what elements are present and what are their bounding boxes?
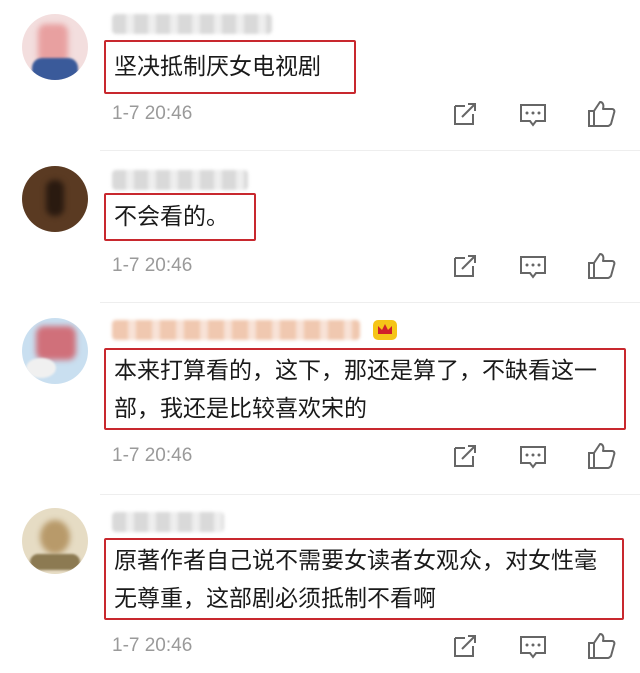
reply-button[interactable] [516,439,550,473]
avatar[interactable] [22,166,88,232]
username[interactable] [112,320,360,340]
reply-icon [520,104,546,127]
avatar[interactable] [22,508,88,574]
comment-text: 坚决抵制厌女电视剧 [104,40,356,94]
like-button[interactable] [584,97,618,131]
avatar[interactable] [22,14,88,80]
share-button[interactable] [448,439,482,473]
like-button[interactable] [584,629,618,663]
share-button[interactable] [448,97,482,131]
comment-time: 1-7 20:46 [112,445,193,466]
comment-text: 原著作者自己说不需要女读者女观众，对女性毫无尊重，这部剧必须抵制不看啊 [104,538,624,620]
reply-button[interactable] [516,97,550,131]
like-icon [588,101,616,127]
avatar[interactable] [22,318,88,384]
like-button[interactable] [584,249,618,283]
reply-icon [520,256,546,279]
comment-actions [446,439,626,473]
share-icon [454,255,476,277]
comment-text: 本来打算看的，这下，那还是算了，不缺看这一部，我还是比较喜欢宋的 [104,348,626,430]
comment-time: 1-7 20:46 [112,103,193,124]
reply-button[interactable] [516,249,550,283]
share-button[interactable] [448,249,482,283]
comment-time: 1-7 20:46 [112,255,193,276]
comment-feed: 坚决抵制厌女电视剧 1-7 20:46 不会看的。 1-7 20:46 本来打算… [0,0,640,673]
divider [100,494,640,495]
share-icon [454,445,476,467]
like-icon [588,443,616,469]
username[interactable] [112,512,224,532]
comment-time: 1-7 20:46 [112,635,193,656]
comment-text: 不会看的。 [104,193,256,241]
reply-icon [520,446,546,469]
like-icon [588,253,616,279]
username[interactable] [112,14,272,34]
divider [100,302,640,303]
share-button[interactable] [448,629,482,663]
like-icon [588,633,616,659]
share-icon [454,103,476,125]
reply-icon [520,636,546,659]
divider [100,150,640,151]
username[interactable] [112,170,248,190]
share-icon [454,635,476,657]
like-button[interactable] [584,439,618,473]
comment-actions [446,97,626,131]
crown-icon [372,318,398,342]
comment-actions [446,249,626,283]
comment-actions [446,629,626,663]
reply-button[interactable] [516,629,550,663]
